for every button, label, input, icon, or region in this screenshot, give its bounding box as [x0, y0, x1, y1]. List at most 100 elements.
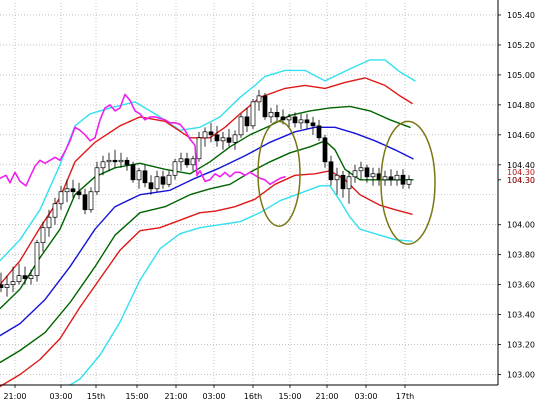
- candle-body: [358, 167, 364, 172]
- candle-body: [76, 191, 82, 196]
- candle-body: [298, 119, 304, 124]
- candle-body: [154, 176, 160, 190]
- candle-body: [406, 179, 412, 185]
- candle-body: [28, 275, 34, 279]
- candle-body: [394, 174, 400, 181]
- candle-body: [400, 174, 406, 185]
- price-chart: 105.40105.20105.00104.80104.60104.40104.…: [0, 0, 541, 407]
- y-tick-label: 103.40: [507, 311, 535, 320]
- candle-body: [250, 101, 256, 127]
- candle-body: [304, 119, 310, 124]
- candle-body: [370, 173, 376, 178]
- candle-body: [124, 159, 130, 166]
- candle-body: [328, 161, 334, 181]
- candle-body: [226, 137, 232, 143]
- candle-body: [364, 167, 370, 178]
- plot-background: [0, 0, 541, 407]
- y-tick-label: 105.00: [507, 71, 535, 80]
- candle-body: [118, 159, 124, 163]
- candle-body: [334, 174, 340, 181]
- candle-body: [112, 159, 118, 163]
- y-tick-label: 103.00: [507, 371, 535, 380]
- price-tag-layer: 104.30104.30: [507, 168, 535, 185]
- candle-body: [52, 203, 58, 218]
- y-tick-label: 103.60: [507, 281, 535, 290]
- candle-body: [232, 134, 238, 143]
- x-tick-label: 15:00: [125, 392, 148, 401]
- y-tick-label: 104.00: [507, 221, 535, 230]
- candle-body: [22, 275, 28, 279]
- y-tick-label: 103.80: [507, 251, 535, 260]
- candle-body: [346, 176, 352, 190]
- candle-body: [184, 158, 190, 166]
- candle-body: [268, 112, 274, 118]
- candle-body: [64, 188, 70, 193]
- x-tick-label: 21:00: [315, 392, 338, 401]
- candle: [250, 98, 256, 129]
- candle-body: [238, 116, 244, 136]
- candle-body: [190, 158, 196, 166]
- candle-body: [340, 174, 346, 190]
- candle-body: [130, 164, 136, 181]
- candle-body: [172, 161, 178, 176]
- candle-body: [94, 167, 100, 193]
- candle-body: [388, 176, 394, 181]
- y-tick-label: 105.20: [507, 41, 535, 50]
- candle-body: [262, 95, 268, 118]
- candle-body: [208, 131, 214, 136]
- x-tick-label: 03:00: [49, 392, 72, 401]
- candle-body: [142, 170, 148, 184]
- candle-body: [196, 137, 202, 160]
- candle-body: [280, 116, 286, 121]
- candle-body: [166, 174, 172, 185]
- candle-body: [46, 216, 52, 229]
- candle-body: [382, 176, 388, 181]
- candle-body: [256, 95, 262, 103]
- candle-body: [220, 137, 226, 142]
- candle-body: [292, 116, 298, 124]
- candle-body: [244, 116, 250, 127]
- candle-body: [274, 112, 280, 118]
- y-tick-label: 103.20: [507, 341, 535, 350]
- x-tick-label: 15th: [87, 392, 105, 401]
- candle-body: [106, 159, 112, 163]
- x-tick-label: 21:00: [3, 392, 26, 401]
- candle-body: [322, 137, 328, 163]
- y-tick-label: 104.60: [507, 131, 535, 140]
- candle-body: [82, 194, 88, 211]
- candle-body: [34, 242, 40, 276]
- candle-body: [100, 161, 106, 169]
- candle: [34, 239, 40, 282]
- candle-body: [10, 281, 16, 285]
- candle: [238, 113, 244, 138]
- candle-body: [0, 284, 4, 288]
- candle: [130, 161, 136, 183]
- chart-root: 105.40 105.20 105.00 104.80 104.60 104.40 104.…: [0, 0, 541, 407]
- candle-body: [352, 170, 358, 178]
- y-tick-label: 105.40: [507, 11, 535, 20]
- current-price-label: 104.30: [507, 176, 535, 185]
- x-tick-label: 21:00: [164, 392, 187, 401]
- candle-body: [58, 191, 64, 205]
- candle-body: [286, 116, 292, 121]
- candle-body: [148, 182, 154, 190]
- candle-body: [70, 188, 76, 193]
- candle-body: [160, 176, 166, 185]
- candle-body: [4, 284, 10, 288]
- candle-body: [16, 275, 22, 282]
- candle-body: [88, 191, 94, 211]
- y-tick-label: 104.80: [507, 101, 535, 110]
- candle-body: [316, 125, 322, 139]
- candle-body: [136, 170, 142, 181]
- candle-body: [178, 158, 184, 163]
- x-tick-label: 03:00: [354, 392, 377, 401]
- x-tick-label: 17th: [396, 392, 414, 401]
- candle: [262, 92, 268, 120]
- candle-body: [214, 134, 220, 142]
- x-tick-label: 03:00: [202, 392, 225, 401]
- candle-body: [310, 122, 316, 127]
- candle-body: [202, 131, 208, 139]
- x-tick-label: 16th: [244, 392, 262, 401]
- candle-body: [40, 227, 46, 244]
- x-tick-label: 15:00: [278, 392, 301, 401]
